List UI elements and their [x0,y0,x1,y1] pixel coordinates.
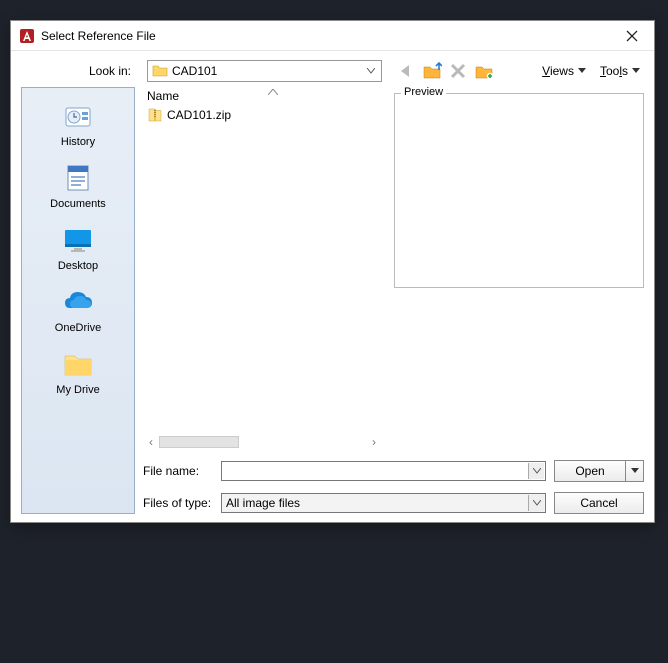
lookin-combo[interactable]: CAD101 [147,60,382,82]
history-icon [62,100,94,132]
filetype-row: Files of type: All image files Cancel [143,492,644,514]
place-label: My Drive [56,384,99,396]
tools-label: Tools [600,64,628,78]
toolbar-icons [396,61,494,81]
place-mydrive[interactable]: My Drive [22,344,134,404]
column-name[interactable]: Name [147,89,267,103]
place-label: OneDrive [55,322,101,334]
chevron-down-icon[interactable] [528,463,544,479]
open-dropdown[interactable] [626,460,644,482]
tools-menu[interactable]: Tools [596,62,644,80]
place-onedrive[interactable]: OneDrive [22,282,134,342]
place-label: Desktop [58,260,98,272]
scroll-track[interactable] [159,436,239,448]
up-folder-icon[interactable] [422,61,442,81]
filetype-label: Files of type: [143,496,213,510]
preview-label: Preview [401,86,446,98]
zip-file-icon [147,107,163,123]
toolbar: Look in: CAD101 View [11,55,654,87]
place-label: History [61,136,95,148]
new-folder-icon[interactable] [474,61,494,81]
filetype-value: All image files [226,496,300,510]
filename-row: File name: Open [143,460,644,482]
file-row[interactable]: CAD101.zip [143,105,382,125]
documents-icon [62,162,94,194]
preview-box: Preview [394,93,644,288]
onedrive-icon [62,286,94,318]
file-list: Name CAD101.zip ‹ › [143,87,382,450]
lookin-value: CAD101 [172,64,217,78]
horizontal-scrollbar[interactable]: ‹ › [143,434,382,450]
place-desktop[interactable]: Desktop [22,220,134,280]
chevron-down-icon [632,68,640,74]
open-button[interactable]: Open [554,460,626,482]
lookin-label: Look in: [11,64,141,78]
scroll-right-icon[interactable]: › [366,435,382,449]
folder-icon [152,63,168,79]
delete-icon[interactable] [448,61,468,81]
places-bar: History Documents Desktop OneDrive [21,87,135,514]
chevron-down-icon [578,68,586,74]
file-name: CAD101.zip [167,108,231,122]
place-label: Documents [50,198,106,210]
cancel-button[interactable]: Cancel [554,492,644,514]
close-button[interactable] [618,26,646,46]
chevron-down-icon[interactable] [363,63,379,79]
preview-pane: Preview [394,87,644,450]
titlebar: Select Reference File [11,21,654,51]
views-label: Views [542,64,574,78]
filename-label: File name: [143,464,213,478]
place-documents[interactable]: Documents [22,158,134,218]
back-icon[interactable] [396,61,416,81]
filename-input[interactable] [221,461,546,481]
place-history[interactable]: History [22,96,134,156]
sort-indicator-icon [268,89,278,95]
desktop-icon [62,224,94,256]
chevron-down-icon[interactable] [528,495,544,511]
views-menu[interactable]: Views [538,62,590,80]
mydrive-folder-icon [62,348,94,380]
dialog-title: Select Reference File [41,29,618,43]
app-icon [19,28,35,44]
dialog-select-reference-file: Select Reference File Look in: CAD101 [10,20,655,523]
scroll-left-icon[interactable]: ‹ [143,435,159,449]
list-header[interactable]: Name [143,87,382,105]
filetype-combo[interactable]: All image files [221,493,546,513]
